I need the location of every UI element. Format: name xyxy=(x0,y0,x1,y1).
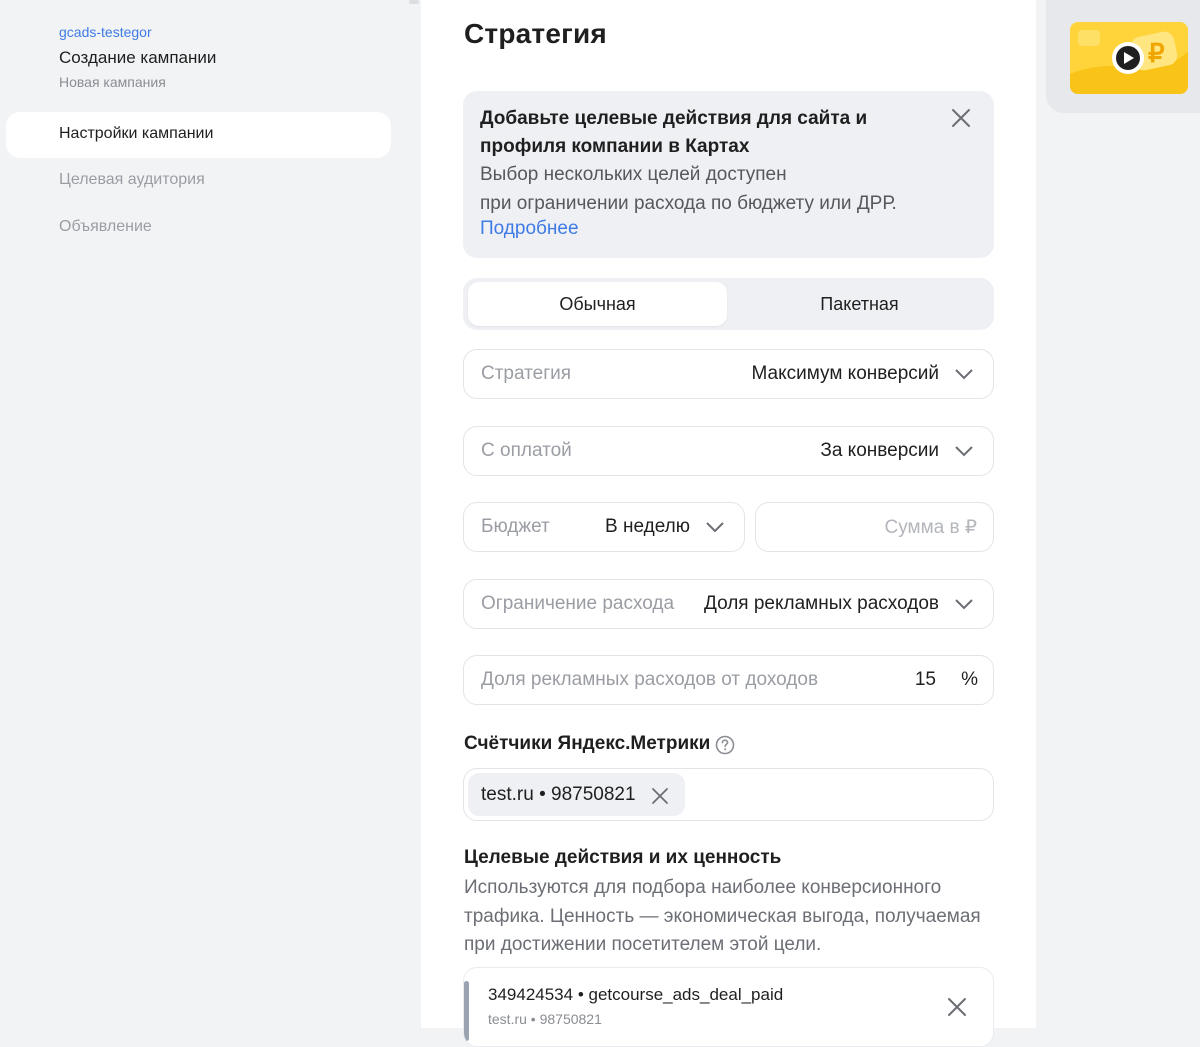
goal-card: 349424534 • getcourse_ads_deal_paid test… xyxy=(463,967,994,1047)
chevron-down-icon xyxy=(955,446,973,457)
info-banner: Добавьте целевые действия для сайта и пр… xyxy=(463,91,994,258)
goals-description: Используются для подбора наиболее конвер… xyxy=(464,877,981,955)
chevron-down-icon xyxy=(706,522,724,533)
strategy-select[interactable]: Стратегия Максимум конверсий xyxy=(463,349,994,399)
banner-more-link[interactable]: Подробнее xyxy=(480,218,579,240)
play-video-icon[interactable]: ₽ xyxy=(1070,22,1188,94)
banner-text: Выбор нескольких целей доступен при огра… xyxy=(480,161,970,218)
promo-video-thumbnail[interactable]: ₽ xyxy=(1070,22,1188,94)
tab-package[interactable]: Пакетная xyxy=(730,282,989,326)
budget-amount-input[interactable]: Сумма в ₽ xyxy=(755,502,994,552)
payment-value: За конверсии xyxy=(820,440,939,461)
question-circle-icon[interactable] xyxy=(715,735,735,755)
goal-counter: test.ru • 98750821 xyxy=(488,1011,602,1027)
strategy-value: Максимум конверсий xyxy=(751,363,939,384)
metrika-title: Счётчики Яндекс.Метрики xyxy=(464,733,711,754)
sidebar-subtitle: Новая кампания xyxy=(59,74,166,90)
metrika-counters-input[interactable]: test.ru • 98750821 xyxy=(463,768,994,821)
drr-label: Доля рекламных расходов от доходов xyxy=(481,669,819,690)
page-title: Стратегия xyxy=(464,18,607,49)
chevron-down-icon xyxy=(955,369,973,380)
sidebar: gcads-testegor Создание кампании Новая к… xyxy=(0,0,420,1028)
close-icon[interactable] xyxy=(949,106,973,130)
scrollbar-thumb[interactable] xyxy=(409,0,419,4)
payment-label: С оплатой xyxy=(481,440,572,461)
drr-value[interactable]: 15 xyxy=(915,669,936,691)
counter-chip: test.ru • 98750821 xyxy=(468,773,685,816)
sidebar-item-campaign-settings-label[interactable]: Настройки кампании xyxy=(59,125,213,143)
goal-accent-bar xyxy=(464,981,469,1041)
sidebar-item-ad[interactable]: Объявление xyxy=(59,218,152,236)
budget-label: Бюджет xyxy=(481,516,550,537)
banner-text-line1: Выбор нескольких целей доступен xyxy=(480,164,787,185)
account-name[interactable]: gcads-testegor xyxy=(59,24,152,40)
close-icon[interactable] xyxy=(946,996,968,1018)
drr-input[interactable]: Доля рекламных расходов от доходов 15 % xyxy=(463,655,994,705)
spend-limit-select[interactable]: Ограничение расхода Доля рекламных расхо… xyxy=(463,579,994,629)
payment-select[interactable]: С оплатой За конверсии xyxy=(463,426,994,476)
strategy-type-switch: Обычная Пакетная xyxy=(463,278,994,330)
goals-title: Целевые действия и их ценность xyxy=(464,847,782,868)
strategy-label: Стратегия xyxy=(481,363,572,384)
counter-chip-label: test.ru • 98750821 xyxy=(481,784,636,805)
budget-period-select[interactable]: Бюджет В неделю xyxy=(463,502,745,552)
chevron-down-icon xyxy=(955,599,973,610)
svg-text:₽: ₽ xyxy=(1148,38,1165,68)
main-panel: Стратегия Добавьте целевые действия для … xyxy=(421,0,1036,1047)
spend-limit-label: Ограничение расхода xyxy=(481,593,675,614)
sidebar-title: Создание кампании xyxy=(59,48,217,67)
close-icon[interactable] xyxy=(650,786,670,806)
goal-name: 349424534 • getcourse_ads_deal_paid xyxy=(488,985,784,1004)
budget-period-value: В неделю xyxy=(605,516,690,537)
tab-regular[interactable]: Обычная xyxy=(468,282,727,326)
spend-limit-value: Доля рекламных расходов xyxy=(703,593,939,614)
budget-amount-placeholder: Сумма в ₽ xyxy=(884,517,977,538)
sidebar-item-target-audience[interactable]: Целевая аудитория xyxy=(59,171,205,189)
banner-text-line2: при ограничении расхода по бюджету или Д… xyxy=(480,192,897,214)
banner-title: Добавьте целевые действия для сайта и пр… xyxy=(480,108,868,157)
right-panel: ₽ xyxy=(1046,0,1200,113)
drr-unit: % xyxy=(961,669,978,690)
